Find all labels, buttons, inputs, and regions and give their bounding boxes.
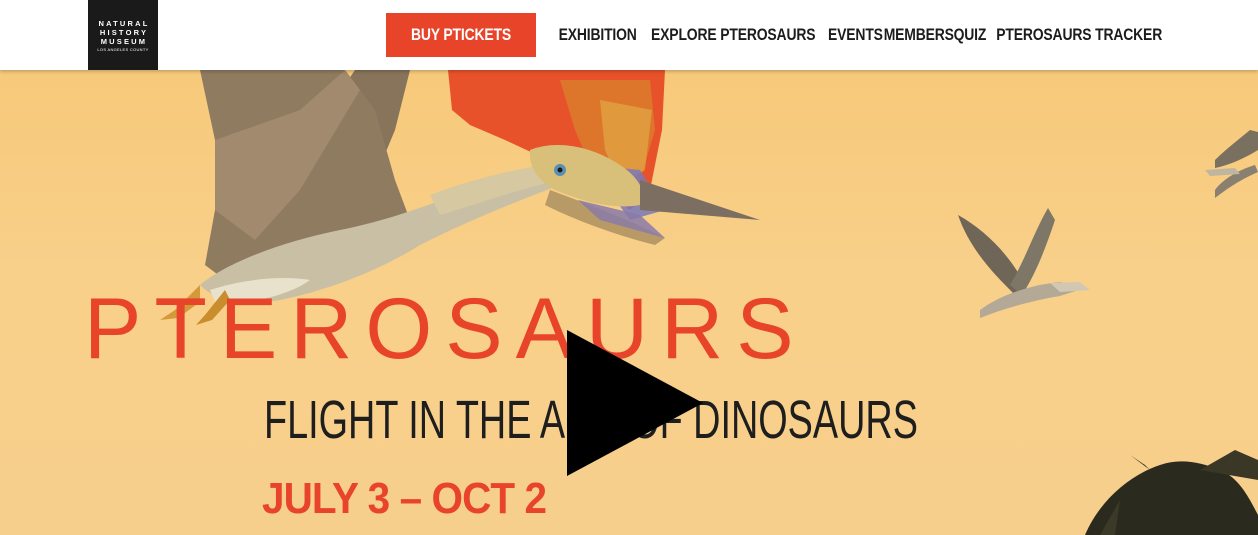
- nav-item-events[interactable]: EVENTS: [828, 25, 883, 45]
- nav-item-pterosaurs-tracker[interactable]: PTEROSAURS TRACKER: [996, 25, 1162, 45]
- exhibition-dates: JULY 3 – OCT 2: [262, 474, 547, 523]
- site-header: NATURAL HISTORY MUSEUM LOS ANGELES COUNT…: [0, 0, 1258, 70]
- logo-line-2: HISTORY: [99, 27, 149, 37]
- palm-tree: [1085, 450, 1258, 535]
- play-icon[interactable]: [565, 328, 705, 478]
- nav-item-exhibition[interactable]: EXHIBITION: [558, 25, 636, 45]
- hero-banner: PTEROSAURS FLIGHT IN THE AGE OF DINOSAUR…: [0, 70, 1258, 535]
- museum-logo[interactable]: NATURAL HISTORY MUSEUM LOS ANGELES COUNT…: [88, 0, 158, 70]
- nav-item-quiz[interactable]: QUIZ: [953, 25, 986, 45]
- logo-subline: LOS ANGELES COUNTY: [97, 46, 149, 52]
- nav-item-members[interactable]: MEMBERS: [884, 25, 954, 45]
- buy-tickets-label: BUY PTICKETS: [410, 25, 511, 44]
- main-nav: BUY PTICKETS EXHIBITION EXPLORE PTEROSAU…: [385, 13, 1174, 57]
- pterosaur-small: [1205, 130, 1258, 198]
- pterosaur-distant: [958, 208, 1090, 318]
- buy-tickets-button[interactable]: BUY PTICKETS: [385, 13, 536, 57]
- nav-item-explore-pterosaurs[interactable]: EXPLORE PTEROSAURS: [651, 25, 816, 45]
- nav-items: EXHIBITION EXPLORE PTEROSAURS EVENTS MEM…: [556, 25, 1174, 45]
- logo-line-3: MUSEUM: [100, 36, 148, 46]
- logo-line-1: NATURAL: [98, 18, 150, 28]
